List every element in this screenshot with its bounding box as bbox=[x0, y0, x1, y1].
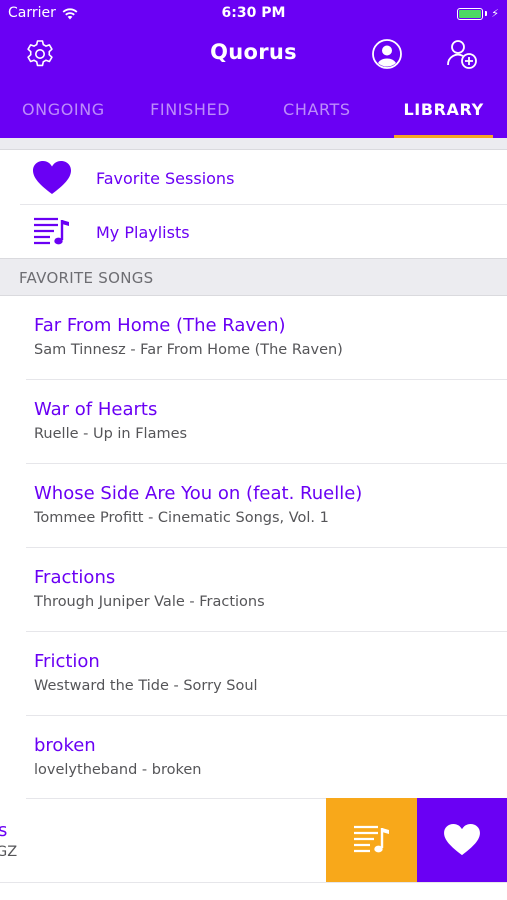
song-title: Fractions bbox=[34, 567, 116, 588]
tab-charts[interactable]: CHARTS bbox=[254, 88, 381, 138]
heart-icon bbox=[444, 823, 480, 856]
song-subtitle: Sam Tinnesz - Far From Home (The Raven) bbox=[34, 342, 343, 358]
song-subtitle: Through Juniper Vale - Fractions bbox=[34, 594, 265, 610]
divider bbox=[26, 463, 507, 464]
song-subtitle: GZ bbox=[0, 844, 18, 860]
song-title: broken bbox=[34, 735, 96, 756]
divider bbox=[26, 715, 507, 716]
song-row[interactable]: Fractions Through Juniper Vale - Fractio… bbox=[0, 549, 507, 633]
settings-button[interactable] bbox=[22, 36, 58, 72]
song-title: War of Hearts bbox=[34, 399, 158, 420]
settings-gear-icon bbox=[27, 40, 53, 67]
song-title: Whose Side Are You on (feat. Ruelle) bbox=[34, 483, 363, 504]
song-title: Far From Home (The Raven) bbox=[34, 315, 286, 336]
song-title: Friction bbox=[34, 651, 100, 672]
app-header: Carrier 6:30 PM ⚡ Quorus ONGOING FINISHE… bbox=[0, 0, 507, 138]
swiped-song-row[interactable]: s GZ bbox=[0, 798, 507, 882]
status-bar: Carrier 6:30 PM ⚡ bbox=[0, 0, 507, 28]
favorite-button[interactable] bbox=[417, 798, 507, 882]
my-playlists-label: My Playlists bbox=[96, 222, 190, 242]
favorite-sessions-label: Favorite Sessions bbox=[96, 168, 235, 188]
charging-icon: ⚡ bbox=[491, 7, 499, 20]
divider bbox=[26, 379, 507, 380]
divider bbox=[0, 882, 507, 883]
song-row[interactable]: Friction Westward the Tide - Sorry Soul bbox=[0, 633, 507, 717]
song-subtitle: lovelytheband - broken bbox=[34, 762, 202, 778]
tab-finished[interactable]: FINISHED bbox=[127, 88, 254, 138]
song-title: s bbox=[0, 820, 8, 841]
tab-bar: ONGOING FINISHED CHARTS LIBRARY bbox=[0, 88, 507, 138]
song-row[interactable]: Whose Side Are You on (feat. Ruelle) Tom… bbox=[0, 465, 507, 549]
song-subtitle: Ruelle - Up in Flames bbox=[34, 426, 188, 442]
add-to-playlist-button[interactable] bbox=[326, 798, 417, 882]
divider bbox=[26, 547, 507, 548]
song-subtitle: Westward the Tide - Sorry Soul bbox=[34, 678, 258, 694]
section-header: FAVORITE SONGS bbox=[0, 258, 507, 296]
tab-library[interactable]: LIBRARY bbox=[380, 88, 507, 138]
content-top-spacer bbox=[0, 138, 507, 150]
favorite-sessions-row[interactable]: Favorite Sessions bbox=[0, 151, 507, 205]
battery-icon: ⚡ bbox=[457, 7, 499, 20]
tab-ongoing[interactable]: ONGOING bbox=[0, 88, 127, 138]
my-playlists-row[interactable]: My Playlists bbox=[0, 205, 507, 259]
app-title: Quorus bbox=[210, 40, 297, 64]
section-title: FAVORITE SONGS bbox=[19, 269, 154, 287]
song-row[interactable]: War of Hearts Ruelle - Up in Flames bbox=[0, 381, 507, 465]
playlist-icon bbox=[32, 212, 72, 252]
user-profile-icon bbox=[372, 39, 402, 69]
nav-bar: Quorus bbox=[0, 28, 507, 78]
heart-icon bbox=[32, 158, 72, 198]
profile-button[interactable] bbox=[369, 36, 405, 72]
add-user-icon bbox=[447, 40, 477, 69]
song-row[interactable]: broken lovelytheband - broken bbox=[0, 717, 507, 801]
song-subtitle: Tommee Profitt - Cinematic Songs, Vol. 1 bbox=[34, 510, 329, 526]
song-row[interactable]: Far From Home (The Raven) Sam Tinnesz - … bbox=[0, 297, 507, 381]
clock: 6:30 PM bbox=[221, 5, 286, 21]
playlist-icon bbox=[353, 825, 389, 853]
add-user-button[interactable] bbox=[444, 36, 480, 72]
divider bbox=[26, 631, 507, 632]
